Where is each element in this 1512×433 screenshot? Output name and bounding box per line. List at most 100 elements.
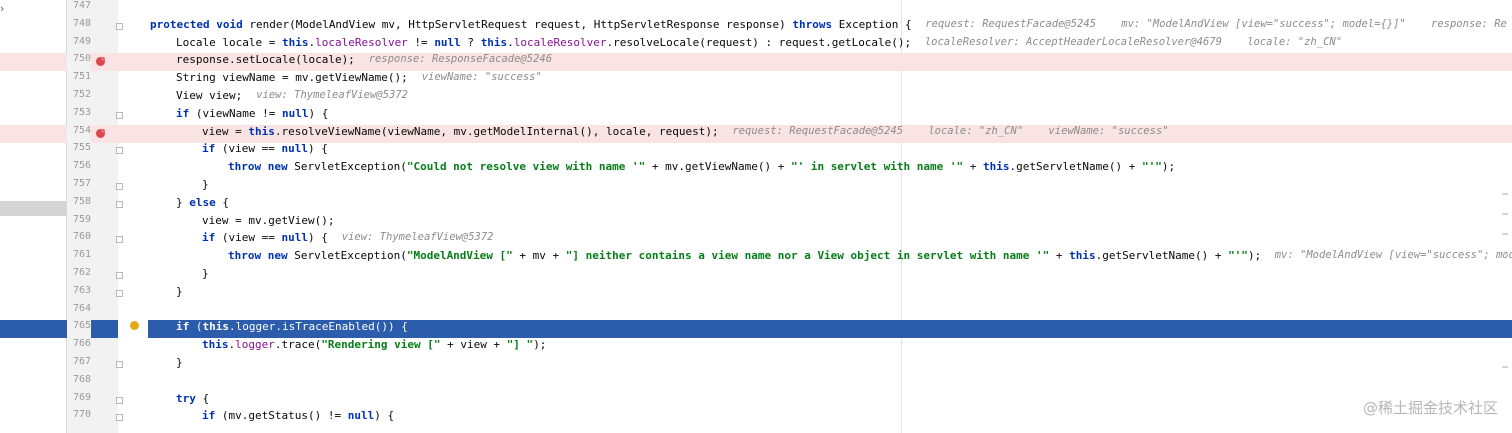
keyword-token: throw new bbox=[228, 249, 295, 263]
code-text[interactable]: } bbox=[176, 285, 183, 303]
line-number[interactable]: 764 bbox=[67, 303, 91, 321]
line-number[interactable]: 758 bbox=[67, 196, 91, 214]
fold-marker-icon[interactable] bbox=[116, 22, 123, 30]
code-line[interactable]: 765 if (this.logger.isTraceEnabled()) { bbox=[0, 320, 1512, 339]
fold-marker-icon[interactable] bbox=[116, 289, 123, 297]
code-text[interactable]: String viewName = mv.getViewName(); bbox=[176, 71, 408, 89]
inline-debug-value[interactable]: view: ThymeleafView@5372 bbox=[256, 89, 408, 107]
code-text[interactable]: view = this.resolveViewName(viewName, mv… bbox=[202, 125, 719, 143]
code-line[interactable]: 760 if (view == null) { view: ThymeleafVie… bbox=[0, 231, 1512, 249]
line-number[interactable]: 747 bbox=[67, 0, 91, 18]
code-text[interactable]: View view; bbox=[176, 89, 242, 107]
line-number[interactable]: 761 bbox=[67, 249, 91, 267]
line-number[interactable]: 751 bbox=[67, 71, 91, 89]
code-line[interactable]: 769 try { bbox=[0, 392, 1512, 410]
code-text[interactable]: if (this.logger.isTraceEnabled()) { bbox=[176, 320, 408, 338]
line-number[interactable]: 770 bbox=[67, 409, 91, 427]
code-line[interactable]: 753 if (viewName != null) { bbox=[0, 107, 1512, 125]
code-line[interactable]: 748 protected void render(ModelAndView mv… bbox=[0, 18, 1512, 36]
code-line[interactable]: 762} bbox=[0, 267, 1512, 285]
code-text[interactable]: response.setLocale(locale); bbox=[176, 53, 355, 71]
code-text[interactable]: view = mv.getView(); bbox=[202, 214, 334, 232]
code-token: { bbox=[202, 391, 210, 405]
code-line[interactable]: 761 throw new ServletException("ModelAndV… bbox=[0, 249, 1512, 267]
line-number[interactable]: 749 bbox=[67, 36, 91, 54]
code-line[interactable]: 754 view = this.resolveViewName(viewName,… bbox=[0, 124, 1512, 143]
inline-debug-value[interactable]: request: RequestFacade@5245 locale: "zh_… bbox=[732, 125, 1168, 143]
fold-marker-icon[interactable] bbox=[116, 236, 123, 244]
code-line[interactable]: 764 bbox=[0, 303, 1512, 321]
line-number[interactable]: 760 bbox=[67, 231, 91, 249]
inline-debug-value[interactable]: mv: "ModelAndView [view="success"; mode bbox=[1275, 249, 1512, 267]
code-line[interactable]: 766 this.logger.trace("Rendering view [" … bbox=[0, 338, 1512, 356]
fold-marker-icon[interactable] bbox=[116, 361, 123, 368]
line-number[interactable]: 766 bbox=[67, 338, 91, 356]
code-line[interactable]: 751 String viewName = mv.getViewName(); vi… bbox=[0, 71, 1512, 89]
line-number[interactable]: 762 bbox=[67, 267, 91, 285]
code-token: } bbox=[202, 178, 209, 191]
code-text[interactable]: } bbox=[176, 356, 183, 374]
code-text[interactable]: protected void render(ModelAndView mv, H… bbox=[150, 18, 912, 36]
line-number[interactable]: 754 bbox=[67, 124, 91, 143]
line-number[interactable]: 756 bbox=[67, 160, 91, 178]
code-text[interactable]: if (mv.getStatus() != null) { bbox=[202, 409, 394, 427]
line-number[interactable]: 752 bbox=[67, 89, 91, 107]
inline-debug-value[interactable]: viewName: "success" bbox=[422, 71, 542, 89]
line-number[interactable]: 753 bbox=[67, 107, 91, 125]
inline-debug-value[interactable]: request: RequestFacade@5245 mv: "ModelAn… bbox=[925, 18, 1507, 36]
code-text[interactable]: throw new ServletException("ModelAndView… bbox=[228, 249, 1261, 267]
code-line[interactable]: 759 view = mv.getView(); bbox=[0, 214, 1512, 232]
fold-marker-icon[interactable] bbox=[116, 414, 123, 422]
line-number[interactable]: 750 bbox=[67, 53, 91, 72]
code-text[interactable]: try { bbox=[176, 392, 209, 410]
line-number[interactable]: 759 bbox=[67, 214, 91, 232]
code-text[interactable]: } bbox=[202, 178, 209, 196]
fold-marker-icon[interactable] bbox=[116, 200, 123, 208]
line-number[interactable]: 763 bbox=[67, 285, 91, 303]
fold-marker-icon[interactable] bbox=[116, 111, 123, 119]
inline-debug-value[interactable]: localeResolver: AcceptHeaderLocaleResolv… bbox=[925, 36, 1342, 54]
line-number[interactable]: 769 bbox=[67, 392, 91, 410]
code-line[interactable]: 767} bbox=[0, 356, 1512, 374]
line-number[interactable]: 748 bbox=[67, 18, 91, 36]
scrollbar-thumb[interactable] bbox=[1502, 366, 1508, 368]
line-number[interactable]: 757 bbox=[67, 178, 91, 196]
inline-debug-value[interactable]: view: ThymeleafView@5372 bbox=[342, 231, 494, 249]
code-line[interactable]: 770 if (mv.getStatus() != null) { bbox=[0, 409, 1512, 427]
code-line[interactable]: 755 if (view == null) { bbox=[0, 142, 1512, 160]
code-token: .getServletName() + bbox=[1095, 249, 1229, 263]
code-line[interactable]: 768 bbox=[0, 374, 1512, 392]
editor-scrollbar[interactable] bbox=[1500, 0, 1508, 433]
field-token: logger bbox=[235, 320, 276, 334]
code-line[interactable]: 750 response.setLocale(locale); response: … bbox=[0, 53, 1512, 72]
fold-marker-icon[interactable] bbox=[116, 183, 123, 190]
code-text[interactable]: } bbox=[202, 267, 209, 285]
breakpoint-icon[interactable] bbox=[96, 57, 105, 67]
code-token: ServletException( bbox=[294, 249, 407, 263]
code-token: (view == bbox=[221, 231, 282, 245]
breakpoint-icon[interactable] bbox=[96, 128, 105, 138]
line-number[interactable]: 767 bbox=[67, 356, 91, 374]
line-number[interactable]: 765 bbox=[67, 320, 91, 339]
inline-debug-value[interactable]: response: ResponseFacade@5246 bbox=[369, 53, 552, 71]
code-line[interactable]: 752 View view; view: ThymeleafView@5372 bbox=[0, 89, 1512, 107]
line-number[interactable]: 755 bbox=[67, 142, 91, 160]
code-line[interactable]: 758 } else { bbox=[0, 196, 1512, 214]
code-text[interactable]: if (view == null) { bbox=[202, 142, 328, 160]
code-line[interactable]: 763} bbox=[0, 285, 1512, 303]
code-line[interactable]: 747 bbox=[0, 0, 1512, 18]
code-text[interactable]: if (view == null) { bbox=[202, 231, 328, 249]
code-text[interactable]: this.logger.trace("Rendering view [" + v… bbox=[202, 338, 546, 356]
fold-marker-icon[interactable] bbox=[116, 147, 123, 155]
fold-marker-icon[interactable] bbox=[116, 396, 123, 404]
code-line[interactable]: 749 Locale locale = this.localeResolver !… bbox=[0, 36, 1512, 54]
keyword-token: this bbox=[202, 338, 229, 352]
fold-marker-icon[interactable] bbox=[116, 272, 123, 279]
code-line[interactable]: 756 throw new ServletException("Could not… bbox=[0, 160, 1512, 178]
code-text[interactable]: } else { bbox=[176, 196, 229, 214]
code-line[interactable]: 757} bbox=[0, 178, 1512, 196]
code-text[interactable]: throw new ServletException("Could not re… bbox=[228, 160, 1175, 178]
code-text[interactable]: Locale locale = this.localeResolver != n… bbox=[176, 36, 911, 54]
line-number[interactable]: 768 bbox=[67, 374, 91, 392]
code-text[interactable]: if (viewName != null) { bbox=[176, 107, 328, 125]
